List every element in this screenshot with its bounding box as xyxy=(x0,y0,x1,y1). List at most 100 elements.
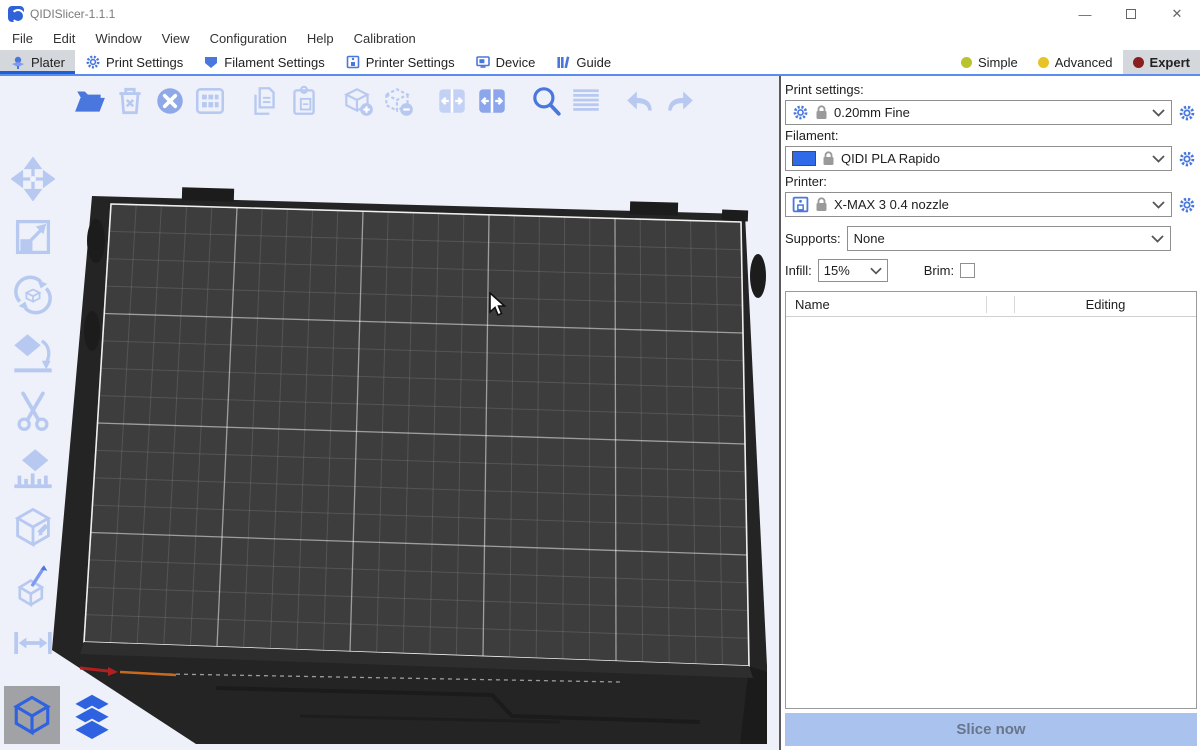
delete-button[interactable] xyxy=(110,80,150,122)
tab-label: Filament Settings xyxy=(224,55,324,70)
printer-gear-button[interactable] xyxy=(1177,195,1197,215)
mode-label: Simple xyxy=(978,55,1018,70)
redo-button[interactable] xyxy=(660,80,700,122)
preview-layers-icon xyxy=(67,690,117,740)
infill-select[interactable]: 15% xyxy=(818,259,888,282)
filament-label: Filament: xyxy=(785,128,1197,143)
printer-select[interactable]: X-MAX 3 0.4 nozzle xyxy=(785,192,1172,217)
split-to-objects-button[interactable] xyxy=(432,80,472,122)
filament-icon xyxy=(203,54,219,70)
tab-device[interactable]: Device xyxy=(465,50,546,74)
chevron-down-icon xyxy=(870,267,882,275)
menu-help[interactable]: Help xyxy=(297,28,344,50)
menu-calibration[interactable]: Calibration xyxy=(344,28,426,50)
filament-gear-button[interactable] xyxy=(1177,149,1197,169)
print-bed xyxy=(0,76,779,750)
advanced-dot-icon xyxy=(1038,57,1049,68)
tab-guide[interactable]: Guide xyxy=(545,50,621,74)
redo-arrow-icon xyxy=(663,84,697,118)
menu-view[interactable]: View xyxy=(152,28,200,50)
print-settings-select[interactable]: 0.20mm Fine xyxy=(785,100,1172,125)
gear-icon xyxy=(792,104,809,121)
cut-button[interactable] xyxy=(4,386,62,436)
split-to-parts-button[interactable] xyxy=(472,80,512,122)
settings-sidebar: Print settings: 0.20mm Fine Filament: QI… xyxy=(781,76,1200,750)
copy-button[interactable] xyxy=(244,80,284,122)
brim-checkbox[interactable] xyxy=(960,263,975,278)
mode-advanced[interactable]: Advanced xyxy=(1028,50,1123,74)
add-instance-icon xyxy=(341,84,375,118)
object-list: Name Editing xyxy=(785,291,1197,709)
gear-icon xyxy=(1178,150,1196,168)
tab-printer-settings[interactable]: Printer Settings xyxy=(335,50,465,74)
close-button[interactable]: ✕ xyxy=(1154,0,1200,28)
window-title: QIDISlicer-1.1.1 xyxy=(30,7,115,21)
mode-expert[interactable]: Expert xyxy=(1123,50,1200,74)
object-list-body[interactable] xyxy=(786,317,1196,708)
undo-button[interactable] xyxy=(620,80,660,122)
search-button[interactable] xyxy=(526,80,566,122)
delete-all-button[interactable] xyxy=(150,80,190,122)
column-blank xyxy=(986,296,1015,313)
support-paint-icon xyxy=(11,447,55,491)
rotate-button[interactable] xyxy=(4,270,62,320)
supports-select[interactable]: None xyxy=(847,226,1171,251)
titlebar: QIDISlicer-1.1.1 — ✕ xyxy=(0,0,1200,28)
scale-button[interactable] xyxy=(4,212,62,262)
chevron-down-icon xyxy=(1152,109,1165,117)
slice-now-button[interactable]: Slice now xyxy=(785,713,1197,746)
layers-icon xyxy=(569,84,603,118)
menu-window[interactable]: Window xyxy=(85,28,151,50)
lock-icon xyxy=(822,151,835,166)
remove-instance-icon xyxy=(381,84,415,118)
chevron-down-icon xyxy=(1152,155,1165,163)
place-on-face-button[interactable] xyxy=(4,328,62,378)
split-parts-icon xyxy=(475,84,509,118)
minimize-button[interactable]: — xyxy=(1062,0,1108,28)
variable-layer-height-button[interactable] xyxy=(566,80,606,122)
open-button[interactable] xyxy=(70,80,110,122)
mouse-cursor xyxy=(487,292,509,318)
preview-button[interactable] xyxy=(64,686,120,744)
arrange-button[interactable] xyxy=(190,80,230,122)
window-controls: — ✕ xyxy=(1062,0,1200,28)
3d-viewport[interactable] xyxy=(0,76,779,750)
supports-value: None xyxy=(854,231,885,246)
paint-on-supports-button[interactable] xyxy=(4,444,62,494)
remove-instance-button[interactable] xyxy=(378,80,418,122)
tab-label: Print Settings xyxy=(106,55,183,70)
printer-label: Printer: xyxy=(785,174,1197,189)
add-instance-button[interactable] xyxy=(338,80,378,122)
print-settings-gear-button[interactable] xyxy=(1177,103,1197,123)
seam-painting-button[interactable] xyxy=(4,502,62,552)
tab-print-settings[interactable]: Print Settings xyxy=(75,50,193,74)
gear-icon xyxy=(85,54,101,70)
rotate-icon xyxy=(11,273,55,317)
measure-icon xyxy=(11,621,55,665)
scale-icon xyxy=(11,215,55,259)
move-button[interactable] xyxy=(4,154,62,204)
trash-icon xyxy=(113,84,147,118)
paste-button[interactable] xyxy=(284,80,324,122)
column-editing: Editing xyxy=(1015,297,1196,312)
menu-edit[interactable]: Edit xyxy=(43,28,85,50)
search-icon xyxy=(529,84,563,118)
seam-paint-icon xyxy=(11,505,55,549)
expert-dot-icon xyxy=(1133,57,1144,68)
print-settings-label: Print settings: xyxy=(785,82,1197,97)
mmu-painting-button[interactable] xyxy=(4,560,62,610)
tab-filament-settings[interactable]: Filament Settings xyxy=(193,50,334,74)
mode-simple[interactable]: Simple xyxy=(951,50,1028,74)
printer-icon xyxy=(792,196,809,213)
maximize-button[interactable] xyxy=(1108,0,1154,28)
filament-select[interactable]: QIDI PLA Rapido xyxy=(785,146,1172,171)
measure-button[interactable] xyxy=(4,618,62,668)
tab-plater[interactable]: Plater xyxy=(0,50,75,74)
menu-configuration[interactable]: Configuration xyxy=(200,28,297,50)
device-monitor-icon xyxy=(475,54,491,70)
chevron-down-icon xyxy=(1151,235,1164,243)
menu-file[interactable]: File xyxy=(2,28,43,50)
gear-icon xyxy=(1178,104,1196,122)
3d-editor-view-button[interactable] xyxy=(4,686,60,744)
menubar: File Edit Window View Configuration Help… xyxy=(0,28,1200,50)
